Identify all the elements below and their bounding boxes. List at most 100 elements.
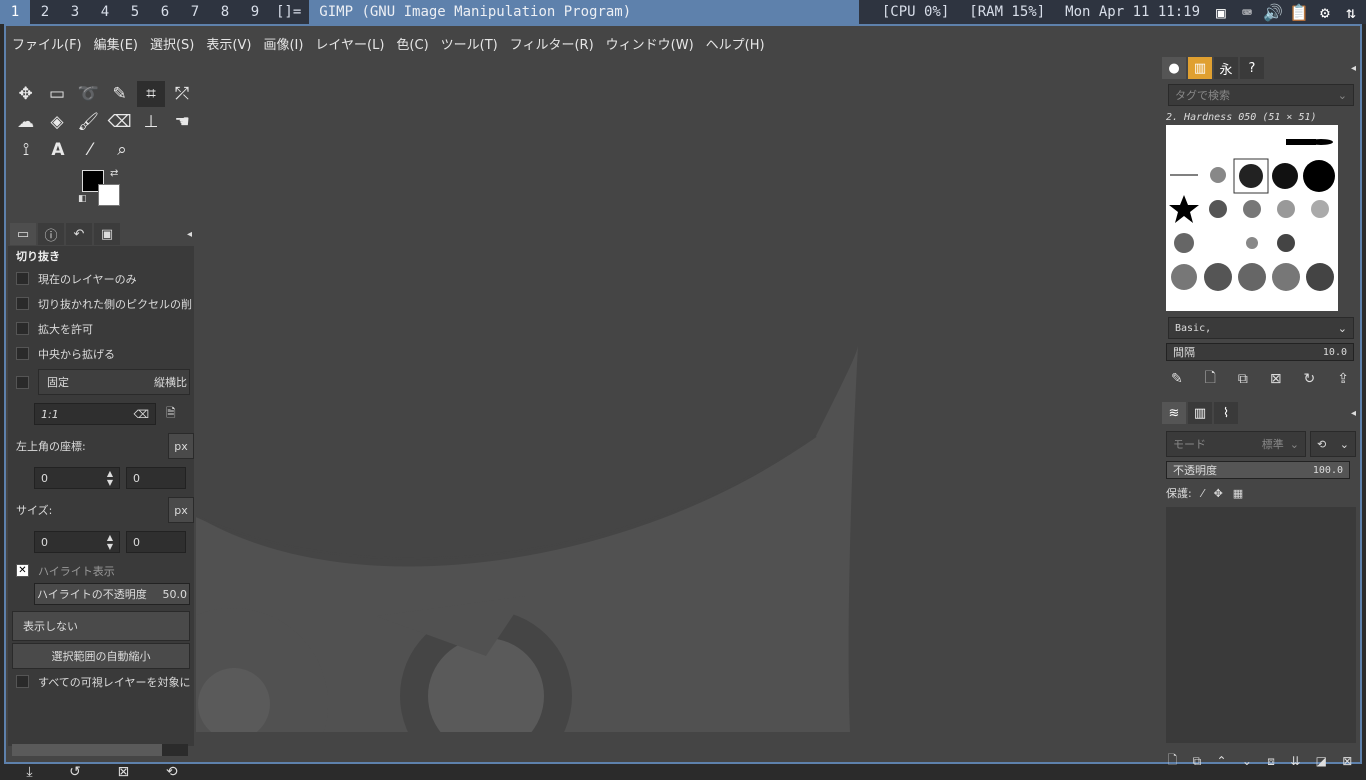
guides-dropdown[interactable]: 表示しない [12, 611, 190, 641]
workspace-2[interactable]: 2 [30, 0, 60, 24]
channels-tab-icon[interactable]: ▥ [1188, 402, 1212, 424]
fuzzy-select-icon[interactable]: ✎ [106, 81, 133, 107]
anchor-layer-icon[interactable]: ⇊ [1290, 754, 1300, 768]
workspace-5[interactable]: 5 [120, 0, 150, 24]
tab-menu-icon[interactable]: ◂ [187, 229, 192, 240]
new-brush-icon[interactable]: 🗋 [1205, 367, 1216, 391]
menu-image[interactable]: 画像(I) [257, 34, 309, 53]
workspace-3[interactable]: 3 [60, 0, 90, 24]
ratio-input[interactable]: 1:1 ⌫ [34, 403, 156, 425]
spacing-slider[interactable]: 間隔 10.0 [1166, 343, 1354, 361]
menu-layer[interactable]: レイヤー(L) [309, 34, 390, 53]
lock-alpha-icon[interactable]: ▦ [1233, 487, 1243, 500]
settings-icon[interactable]: ⚙ [1314, 2, 1336, 22]
layer-mode-dropdown[interactable]: モード 標準 ⌄ [1166, 431, 1306, 457]
workspace-4[interactable]: 4 [90, 0, 120, 24]
workspace-7[interactable]: 7 [180, 0, 210, 24]
fixed-mode-dropdown[interactable]: 固定 縦横比 [38, 369, 190, 395]
new-layer-icon[interactable]: 🗋 [1168, 751, 1178, 772]
clone-icon[interactable]: ⊥ [137, 109, 164, 135]
paths-icon[interactable]: ⟟ [12, 137, 40, 163]
brush-tag-filter[interactable]: タグで検索 ⌄ [1168, 84, 1354, 106]
warp-icon[interactable]: ☁ [12, 109, 39, 135]
tool-options-tab-icon[interactable]: ▭ [10, 223, 36, 245]
color-picker-icon[interactable]: ⁄ [76, 137, 104, 163]
position-unit-dropdown[interactable]: px [168, 433, 194, 459]
menu-colors[interactable]: 色(C) [390, 34, 434, 53]
clear-icon[interactable]: ⌫ [133, 408, 149, 421]
bucket-fill-icon[interactable]: ◈ [43, 109, 70, 135]
delete-layer-icon[interactable]: ⊠ [1342, 754, 1352, 768]
undo-history-tab-icon[interactable]: ↶ [66, 223, 92, 245]
reset-colors-icon[interactable]: ◧ [78, 194, 87, 204]
fixed-checkbox[interactable] [16, 375, 29, 389]
layer-opacity-slider[interactable]: 不透明度 100.0 [1166, 461, 1350, 479]
fonts-tab-icon[interactable]: 永 [1214, 57, 1238, 79]
clipboard-icon[interactable]: 📋 [1288, 2, 1310, 22]
refresh-brushes-icon[interactable]: ↻ [1304, 371, 1316, 387]
network-icon[interactable]: ⇅ [1340, 2, 1362, 22]
scrollbar[interactable] [12, 744, 188, 756]
new-layer-group-icon[interactable]: ⧉ [1193, 754, 1202, 769]
raise-layer-icon[interactable]: ⌃ [1217, 754, 1227, 768]
patterns-tab-icon[interactable]: ▥ [1188, 57, 1212, 79]
image-canvas[interactable] [196, 56, 1158, 732]
menu-windows[interactable]: ウィンドウ(W) [600, 34, 700, 53]
highlight-checkbox[interactable]: ✕ [16, 564, 29, 577]
paintbrush-icon[interactable]: 🖌 [75, 109, 102, 135]
layer-mode-reset-dropdown[interactable]: ⟲ ⌄ [1310, 431, 1356, 457]
volume-icon[interactable]: 🔊 [1262, 2, 1284, 22]
save-options-icon[interactable]: ⤓ [26, 764, 32, 780]
workspace-1[interactable]: 1 [0, 0, 30, 24]
layers-dock-menu-icon[interactable]: ◂ [1351, 408, 1356, 419]
menu-file[interactable]: ファイル(F) [6, 34, 88, 53]
layers-list[interactable] [1166, 507, 1356, 743]
keyboard-icon[interactable]: ⌨ [1236, 2, 1258, 22]
reset-options-icon[interactable]: ⟲ [166, 764, 178, 780]
position-x-input[interactable]: 0 ▲ ▼ [34, 467, 120, 489]
menu-edit[interactable]: 編集(E) [88, 34, 144, 53]
delete-pixels-checkbox[interactable] [16, 297, 29, 310]
lasso-icon[interactable]: ➰ [75, 81, 102, 107]
help-tab-icon[interactable]: ? [1240, 57, 1264, 79]
smudge-icon[interactable]: ☚ [169, 109, 196, 135]
highlight-opacity-slider[interactable]: ハイライトの不透明度 50.0 [34, 583, 190, 605]
menu-tools[interactable]: ツール(T) [435, 34, 504, 53]
text-tool-icon[interactable]: A [44, 137, 72, 163]
menu-view[interactable]: 表示(V) [200, 34, 257, 53]
ratio-preset-icon[interactable]: 🗎 [166, 404, 176, 425]
current-layer-checkbox[interactable] [16, 272, 29, 285]
lock-position-icon[interactable]: ✥ [1214, 487, 1223, 500]
lower-layer-icon[interactable]: ⌄ [1242, 754, 1252, 768]
paths-tab-icon[interactable]: ⌇ [1214, 402, 1238, 424]
size-h-input[interactable]: 0 [126, 531, 186, 553]
brush-grid[interactable] [1166, 125, 1338, 311]
move-tool-icon[interactable]: ✥ [12, 81, 39, 107]
menu-select[interactable]: 選択(S) [144, 34, 200, 53]
eraser-icon[interactable]: ⌫ [106, 109, 133, 135]
size-w-input[interactable]: 0 ▲ ▼ [34, 531, 120, 553]
transform-icon[interactable]: ⤱ [169, 81, 196, 107]
layout-indicator[interactable]: []= [270, 4, 309, 20]
brush-tag-input[interactable]: Basic, ⌄ [1168, 317, 1354, 339]
size-w-stepper[interactable]: ▲ ▼ [101, 533, 119, 551]
device-status-tab-icon[interactable]: ⓘ [38, 223, 64, 245]
expand-center-checkbox[interactable] [16, 347, 29, 360]
layers-tab-icon[interactable]: ≋ [1162, 402, 1186, 424]
edit-brush-icon[interactable]: ✎ [1171, 371, 1183, 387]
zoom-icon[interactable]: ⌕ [108, 137, 136, 163]
allow-growing-checkbox[interactable] [16, 322, 29, 335]
rect-select-icon[interactable]: ▭ [43, 81, 70, 107]
open-brush-icon[interactable]: ⇪ [1337, 371, 1349, 387]
menu-filters[interactable]: フィルター(R) [504, 34, 600, 53]
workspace-8[interactable]: 8 [210, 0, 240, 24]
lock-pixels-icon[interactable]: ⁄ [1202, 487, 1204, 500]
crop-icon[interactable]: ⌗ [137, 81, 165, 107]
swap-colors-icon[interactable]: ⇄ [110, 168, 118, 179]
brushes-tab-icon[interactable]: ● [1162, 57, 1186, 79]
mask-layer-icon[interactable]: ◪ [1316, 754, 1327, 768]
auto-shrink-button[interactable]: 選択範囲の自動縮小 [12, 643, 190, 669]
delete-options-icon[interactable]: ⊠ [118, 764, 130, 780]
position-y-input[interactable]: 0 [126, 467, 186, 489]
duplicate-brush-icon[interactable]: ⧉ [1238, 371, 1248, 387]
